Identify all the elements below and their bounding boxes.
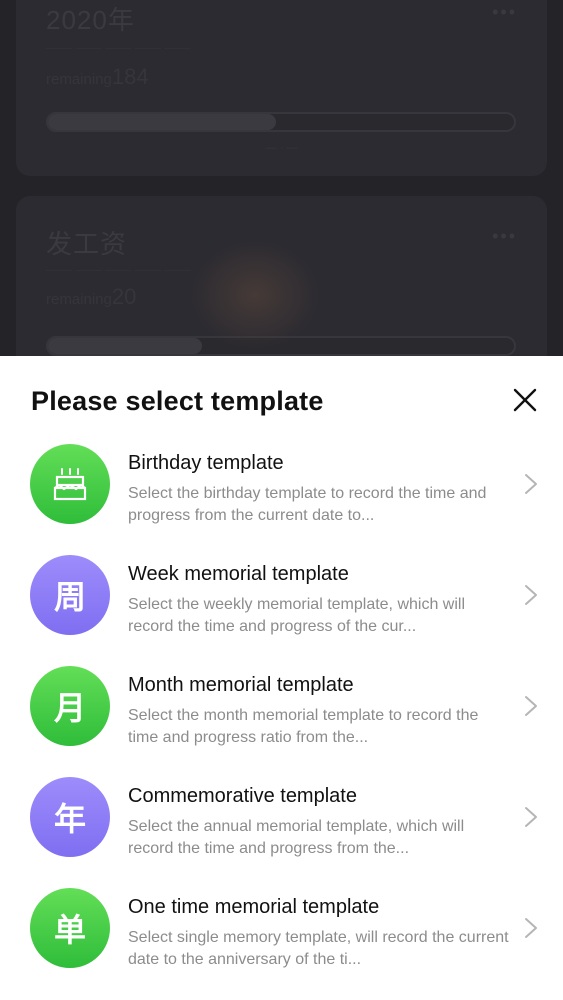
month-glyph-icon: 月 — [30, 666, 110, 746]
more-icon: ••• — [492, 2, 517, 22]
progress-bar — [46, 112, 516, 132]
background-overlay[interactable]: 2020年 ••• —— —— —— —— —— remaining184 — … — [0, 0, 563, 356]
template-item-birthday[interactable]: Birthday template Select the birthday te… — [0, 444, 563, 555]
more-icon: ••• — [492, 226, 517, 246]
template-item-title: Birthday template — [128, 452, 284, 474]
card-remaining: remaining20 — [46, 284, 136, 310]
remaining-value: 20 — [111, 284, 137, 309]
template-item-one-time[interactable]: 单 One time memorial template Select sing… — [0, 888, 563, 999]
background-glow — [190, 240, 320, 350]
template-item-description: Select the birthday template to record t… — [128, 485, 487, 524]
template-item-title: Commemorative template — [128, 785, 357, 807]
year-glyph-icon: 年 — [30, 777, 110, 857]
template-item-title: Week memorial template — [128, 563, 349, 585]
template-list: Birthday template Select the birthday te… — [0, 444, 563, 999]
progress-fill — [48, 114, 277, 130]
template-item-title: Month memorial template — [128, 674, 354, 696]
template-item-description: Select single memory template, will reco… — [128, 929, 509, 968]
chevron-right-icon — [525, 585, 537, 605]
template-picker-sheet: Please select template Birthday template… — [0, 356, 563, 1000]
progress-fill — [48, 338, 202, 354]
chevron-right-icon — [525, 696, 537, 716]
card-subtitle: —— —— —— —— —— — [46, 40, 191, 55]
close-icon — [513, 388, 537, 412]
chevron-right-icon — [525, 807, 537, 827]
progress-text: — · — — [265, 142, 298, 154]
template-item-annual[interactable]: 年 Commemorative template Select the annu… — [0, 777, 563, 888]
remaining-value: 184 — [111, 64, 149, 89]
template-item-title: One time memorial template — [128, 896, 380, 918]
chevron-right-icon — [525, 474, 537, 494]
sheet-title: Please select template — [31, 386, 324, 416]
remaining-label: remaining — [46, 71, 112, 88]
sheet-header: Please select template — [0, 356, 563, 448]
template-item-month[interactable]: 月 Month memorial template Select the mon… — [0, 666, 563, 777]
single-glyph-icon: 单 — [30, 888, 110, 968]
card-subtitle: —— —— —— —— —— — [46, 262, 191, 277]
close-button[interactable] — [507, 382, 543, 418]
chevron-right-icon — [525, 918, 537, 938]
card-title: 发工资 — [46, 229, 128, 259]
card-remaining: remaining184 — [46, 64, 149, 90]
template-item-description: Select the annual memorial template, whi… — [128, 818, 465, 857]
card-title: 2020年 — [46, 5, 135, 35]
app-screen: 2020年 ••• —— —— —— —— —— remaining184 — … — [0, 0, 563, 1000]
birthday-cake-icon — [30, 444, 110, 524]
template-item-week[interactable]: 周 Week memorial template Select the week… — [0, 555, 563, 666]
template-item-description: Select the month memorial template to re… — [128, 707, 479, 746]
template-item-description: Select the weekly memorial template, whi… — [128, 596, 466, 635]
countdown-card: 2020年 ••• —— —— —— —— —— remaining184 — … — [16, 0, 547, 176]
remaining-label: remaining — [46, 291, 112, 308]
week-glyph-icon: 周 — [30, 555, 110, 635]
